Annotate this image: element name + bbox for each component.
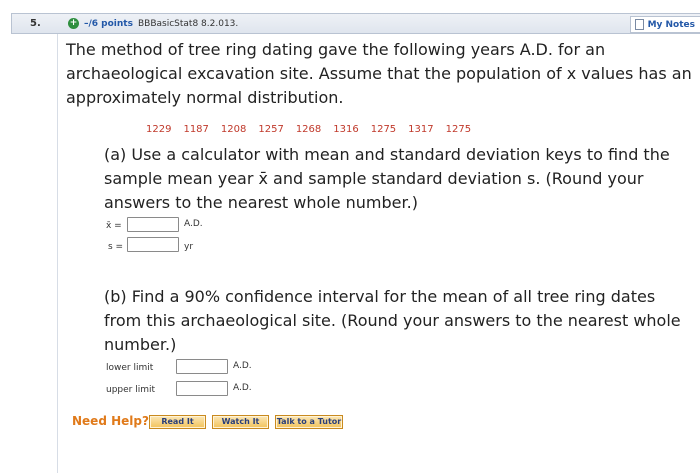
data-value: 1257	[258, 124, 284, 135]
question-number: 5.	[30, 18, 41, 29]
upper-limit-input[interactable]	[176, 381, 228, 396]
points-label: –/6 points	[84, 19, 133, 29]
data-value: 1208	[220, 124, 247, 135]
note-icon	[634, 19, 644, 30]
mean-input[interactable]	[127, 217, 179, 232]
mean-unit: A.D.	[184, 219, 203, 229]
lower-limit-label: lower limit	[106, 363, 154, 373]
data-values: 1229 1187 1208 1257 1268 1316 1275 1317 1275	[146, 124, 483, 135]
need-help-label: Need Help?	[72, 414, 149, 428]
my-notes-button[interactable]: My Notes	[629, 16, 700, 33]
data-value: 1268	[295, 124, 322, 135]
expand-plus-icon[interactable]: +	[68, 18, 79, 29]
lower-limit-unit: A.D.	[233, 361, 252, 371]
data-value: 1316	[333, 124, 359, 135]
watch-it-button[interactable]: Watch It	[212, 415, 269, 429]
part-a-text: (a) Use a calculator with mean and stand…	[104, 145, 670, 212]
problem-source: BBBasicStat8 8.2.013.	[138, 19, 239, 29]
data-value: 1275	[445, 124, 472, 135]
question-divider	[57, 34, 58, 473]
data-value: 1187	[183, 124, 209, 135]
problem-body: The method of tree ring dating gave the …	[66, 38, 696, 110]
read-it-button[interactable]: Read It	[149, 415, 206, 429]
sd-unit: yr	[184, 242, 194, 252]
lower-limit-input[interactable]	[176, 359, 228, 374]
sd-input[interactable]	[127, 237, 179, 252]
my-notes-label: My Notes	[647, 19, 695, 30]
upper-limit-label: upper limit	[106, 385, 156, 395]
mean-label: x̄ =	[106, 221, 122, 231]
question-header: 5. + –/6 points BBBasicStat8 8.2.013. My…	[11, 13, 700, 34]
data-value: 1317	[408, 124, 434, 135]
data-value: 1275	[370, 124, 397, 135]
talk-to-tutor-button[interactable]: Talk to a Tutor	[275, 415, 343, 429]
problem-intro: The method of tree ring dating gave the …	[66, 40, 692, 107]
upper-limit-unit: A.D.	[233, 383, 252, 393]
sd-label: s =	[108, 242, 124, 252]
part-b-text: (b) Find a 90% confidence interval for t…	[104, 287, 681, 354]
data-value: 1229	[146, 124, 172, 135]
